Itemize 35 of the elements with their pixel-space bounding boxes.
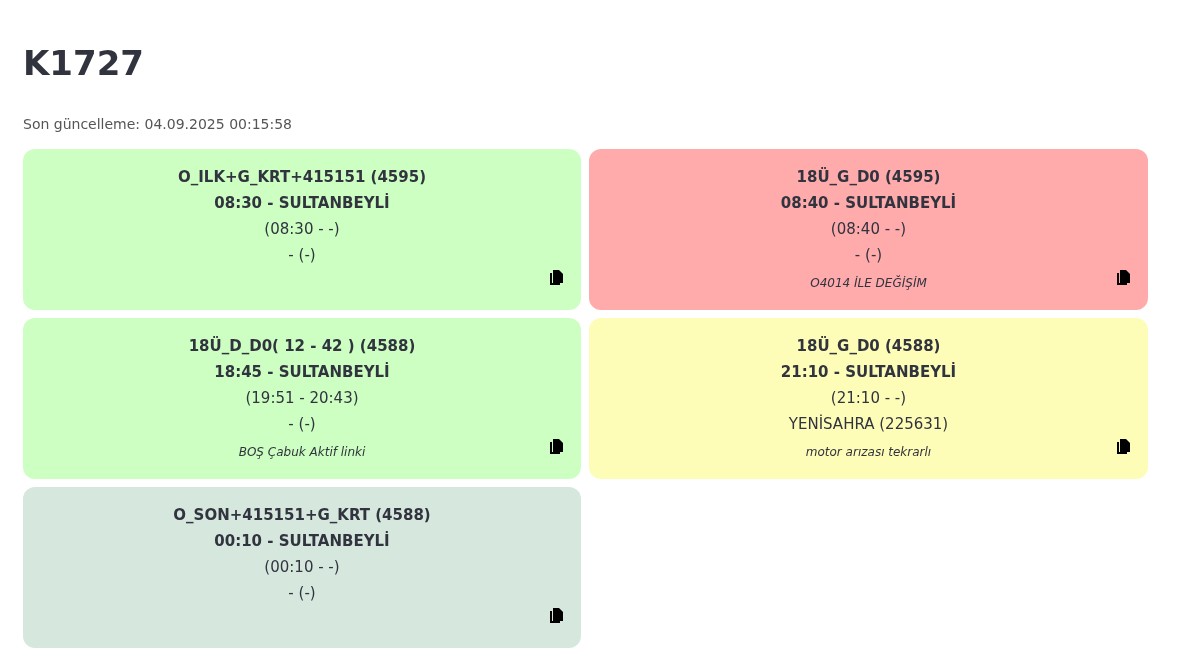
vehicle-label: - (-)	[854, 245, 883, 266]
copy-icon	[548, 606, 564, 624]
time-range: (19:51 - 20:43)	[245, 388, 359, 409]
route-label: 18Ü_D_D0( 12 - 42 ) (4588)	[188, 335, 416, 357]
time-range: (21:10 - -)	[830, 388, 907, 409]
vehicle-label: YENİSAHRA (225631)	[788, 413, 949, 435]
route-label: O_SON+415151+G_KRT (4588)	[173, 505, 431, 526]
vehicle-label: - (-)	[288, 245, 316, 266]
departure-label: 08:40 - SULTANBEYLİ	[780, 192, 957, 214]
last-updated: Son güncelleme: 04.09.2025 00:15:58	[23, 115, 292, 134]
copy-icon	[1115, 437, 1131, 455]
copy-button[interactable]	[547, 606, 565, 624]
departure-label: 08:30 - SULTANBEYLİ	[214, 192, 390, 214]
time-range: (08:30 - -)	[264, 219, 340, 240]
departure-label: 00:10 - SULTANBEYLİ	[214, 530, 390, 552]
vehicle-label: - (-)	[288, 414, 316, 435]
page-title: K1727	[23, 42, 144, 85]
copy-button[interactable]	[547, 268, 565, 286]
vehicle-label: - (-)	[288, 583, 316, 604]
copy-icon	[548, 268, 564, 286]
route-label: 18Ü_G_D0 (4588)	[796, 335, 941, 357]
copy-icon	[1115, 268, 1131, 286]
copy-button[interactable]	[547, 437, 565, 455]
note-text: BOŞ Çabuk Aktif linki	[238, 444, 366, 461]
copy-button[interactable]	[1114, 437, 1132, 455]
departure-label: 18:45 - SULTANBEYLİ	[214, 361, 390, 383]
time-range: (00:10 - -)	[264, 557, 340, 578]
route-label: O_ILK+G_KRT+415151 (4595)	[178, 167, 426, 188]
departure-label: 21:10 - SULTANBEYLİ	[780, 361, 957, 383]
time-range: (08:40 - -)	[830, 219, 907, 240]
route-label: 18Ü_G_D0 (4595)	[796, 166, 941, 188]
note-text: O4014 İLE DEĞİŞİM	[810, 274, 927, 292]
copy-button[interactable]	[1114, 268, 1132, 286]
copy-icon	[548, 437, 564, 455]
note-text: motor arızası tekrarlı	[805, 444, 932, 461]
